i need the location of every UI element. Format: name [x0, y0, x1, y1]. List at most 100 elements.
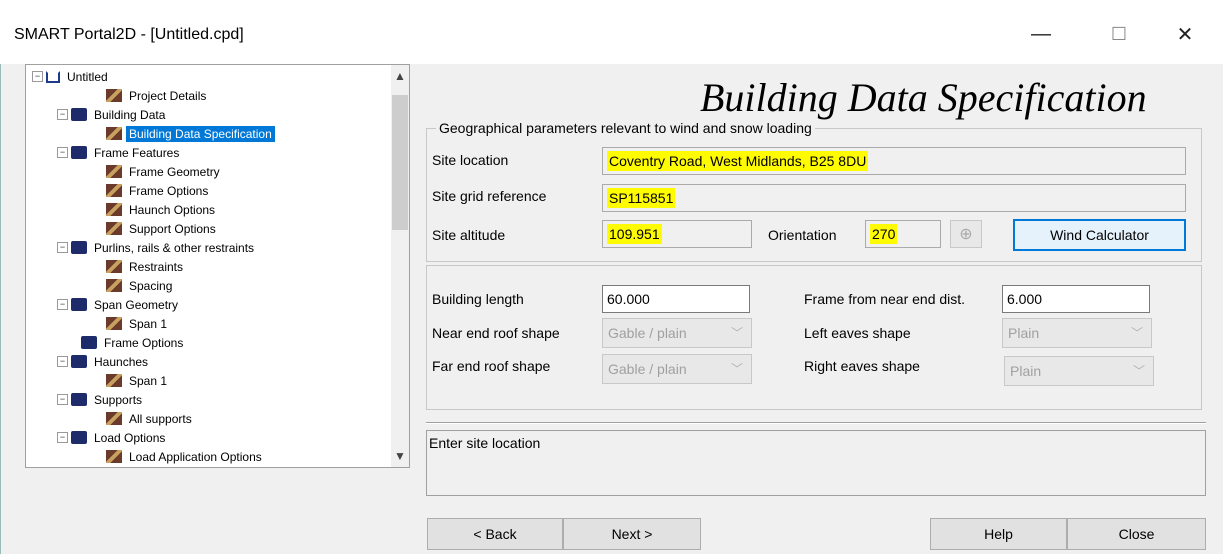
collapse-icon[interactable]: − [32, 71, 43, 82]
status-text: Enter site location [429, 435, 541, 451]
tree-item-frame-options-folder[interactable]: Frame Options [81, 333, 186, 352]
left-eaves-value: Plain [1008, 325, 1040, 341]
tree-item-building-data-specification[interactable]: Building Data Specification [106, 124, 275, 143]
collapse-icon[interactable]: − [57, 109, 68, 120]
tree-item-frame-features[interactable]: − Frame Features [57, 143, 182, 162]
tree-item-frame-options[interactable]: Frame Options [106, 181, 211, 200]
tree-item-building-data[interactable]: − Building Data [57, 105, 168, 124]
document-icon [106, 279, 122, 292]
folder-icon [71, 355, 87, 368]
title-bar: SMART Portal2D - [Untitled.cpd] — ☐ ✕ [0, 0, 1223, 64]
compass-icon: ⊕ [959, 226, 973, 243]
tree-item-haunch-span-1[interactable]: Span 1 [106, 371, 170, 390]
far-roof-select[interactable]: Gable / plain ﹀ [602, 354, 752, 384]
document-icon [106, 374, 122, 387]
document-icon [106, 127, 122, 140]
tree-item-label: Span 1 [129, 316, 168, 331]
tree-item-frame-geometry[interactable]: Frame Geometry [106, 162, 223, 181]
document-icon [106, 222, 122, 235]
next-button[interactable]: Next > [563, 518, 701, 550]
tree-item-load-application-options[interactable]: Load Application Options [106, 447, 265, 466]
orientation-field[interactable]: 270 [865, 220, 941, 248]
frame-near-label: Frame from near end dist. [804, 291, 966, 307]
right-eaves-value: Plain [1010, 363, 1042, 379]
grid-ref-field[interactable]: SP115851 [602, 184, 1186, 212]
collapse-icon[interactable]: − [57, 299, 68, 310]
tree-item-label: Purlins, rails & other restraints [94, 240, 255, 255]
scroll-up-icon[interactable]: ▲ [391, 67, 409, 85]
chevron-down-icon: ﹀ [1132, 364, 1145, 378]
tree-item-label: Load Options [94, 430, 166, 445]
tree-item-label: Project Details [129, 88, 207, 103]
tree-item-haunch-options[interactable]: Haunch Options [106, 200, 218, 219]
tree-item-label: Untitled [67, 69, 108, 84]
site-location-value: Coventry Road, West Midlands, B25 8DU [607, 151, 869, 171]
tree-item-untitled[interactable]: − Untitled [32, 67, 111, 86]
collapse-icon[interactable]: − [57, 394, 68, 405]
compass-button[interactable]: ⊕ [950, 220, 982, 248]
far-roof-value: Gable / plain [608, 361, 687, 377]
near-roof-label: Near end roof shape [432, 325, 560, 341]
collapse-icon[interactable]: − [57, 356, 68, 367]
scroll-down-icon[interactable]: ▼ [391, 447, 409, 465]
tree-item-label: Load Application Options [129, 449, 262, 464]
maximize-icon: ☐ [1110, 23, 1128, 44]
back-button[interactable]: < Back [427, 518, 563, 550]
tree-item-label: Frame Options [129, 183, 209, 198]
minimize-icon: — [1031, 22, 1051, 45]
folder-icon [71, 431, 87, 444]
close-button[interactable]: Close [1067, 518, 1206, 550]
orientation-value: 270 [870, 224, 898, 244]
grid-ref-label: Site grid reference [432, 188, 547, 204]
left-eaves-select[interactable]: Plain ﹀ [1002, 318, 1152, 348]
document-icon [106, 412, 122, 425]
tree-item-restraints[interactable]: Restraints [106, 257, 186, 276]
folder-icon [71, 241, 87, 254]
close-window-button[interactable]: ✕ [1162, 14, 1208, 54]
home-icon [46, 70, 60, 83]
tree-item-label: Haunches [94, 354, 149, 369]
tree-item-span-geometry[interactable]: − Span Geometry [57, 295, 181, 314]
collapse-icon[interactable]: − [57, 432, 68, 443]
tree-item-spacing[interactable]: Spacing [106, 276, 175, 295]
tree-item-all-supports[interactable]: All supports [106, 409, 195, 428]
divider [426, 422, 1206, 424]
scroll-thumb[interactable] [392, 95, 408, 230]
tree-item-label: All supports [129, 411, 192, 426]
minimize-button[interactable]: — [1018, 14, 1064, 54]
building-length-field[interactable]: 60.000 [602, 285, 750, 313]
maximize-button[interactable]: ☐ [1096, 14, 1142, 54]
tree-item-load-options[interactable]: − Load Options [57, 428, 168, 447]
tree-scrollbar[interactable]: ▲ ▼ [391, 65, 409, 467]
tree-item-support-options[interactable]: Support Options [106, 219, 219, 238]
navigation-tree[interactable]: − Untitled Project Details − Building Da… [25, 64, 410, 468]
right-eaves-select[interactable]: Plain ﹀ [1004, 356, 1154, 386]
tree-item-label: Haunch Options [129, 202, 216, 217]
chevron-down-icon: ﹀ [730, 362, 743, 376]
site-location-field[interactable]: Coventry Road, West Midlands, B25 8DU [602, 147, 1186, 175]
collapse-icon[interactable]: − [57, 147, 68, 158]
near-roof-select[interactable]: Gable / plain ﹀ [602, 318, 752, 348]
tree-item-supports[interactable]: − Supports [57, 390, 145, 409]
collapse-icon[interactable]: − [57, 242, 68, 253]
tree-item-label: Span 1 [129, 373, 168, 388]
tree-item-span-1[interactable]: Span 1 [106, 314, 170, 333]
tree-item-label: Restraints [129, 259, 184, 274]
tree-item-purlins-rails[interactable]: − Purlins, rails & other restraints [57, 238, 257, 257]
document-icon [106, 450, 122, 463]
wind-calculator-button[interactable]: Wind Calculator [1013, 219, 1186, 251]
far-roof-label: Far end roof shape [432, 358, 551, 374]
status-message-box: Enter site location [426, 430, 1206, 496]
altitude-value: 109.951 [607, 224, 662, 244]
folder-icon [71, 298, 87, 311]
frame-near-field[interactable]: 6.000 [1002, 285, 1150, 313]
geo-group-title: Geographical parameters relevant to wind… [436, 120, 815, 136]
help-button[interactable]: Help [930, 518, 1067, 550]
tree-item-haunches[interactable]: − Haunches [57, 352, 151, 371]
folder-icon [81, 336, 97, 349]
tree-item-label: Spacing [129, 278, 173, 293]
tree-item-label: Building Data Specification [126, 125, 275, 142]
altitude-field[interactable]: 109.951 [602, 220, 752, 248]
near-roof-value: Gable / plain [608, 325, 687, 341]
tree-item-project-details[interactable]: Project Details [106, 86, 209, 105]
